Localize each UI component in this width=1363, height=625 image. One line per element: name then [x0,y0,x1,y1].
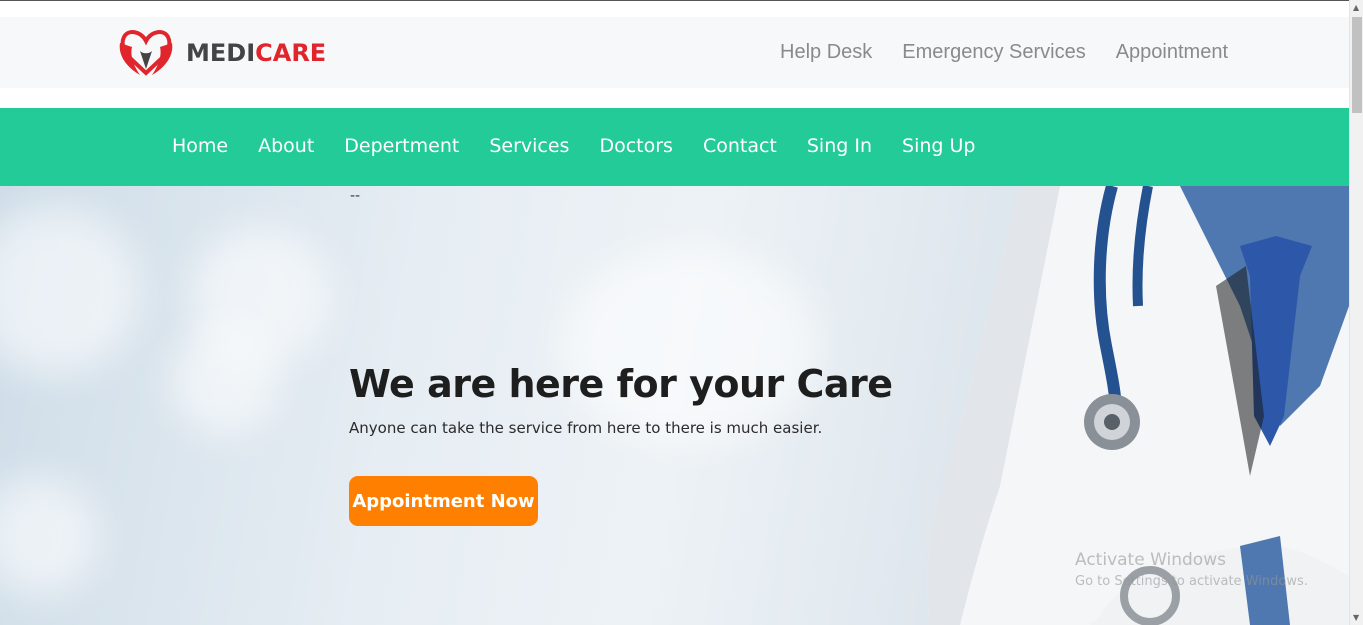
window-top-border [0,0,1363,1]
windows-activation-watermark: Activate Windows Go to Settings to activ… [1075,550,1308,589]
hero-title: We are here for your Care [349,362,893,406]
nav-department[interactable]: Depertment [344,135,459,157]
hero-bokeh [170,326,280,436]
brand-logo[interactable]: MEDICARE [116,27,326,79]
scroll-down-arrow-icon[interactable]: ▼ [1353,613,1359,622]
watermark-line2: Go to Settings to activate Windows. [1075,574,1308,589]
brand-name-part2: CARE [255,39,327,67]
hero-bokeh [0,206,140,376]
top-links: Help Desk Emergency Services Appointment [780,41,1228,64]
nav-home[interactable]: Home [172,135,228,157]
hero-marker: -- [350,188,361,204]
nav-items: Home About Depertment Services Doctors C… [172,135,975,157]
nav-doctors[interactable]: Doctors [599,135,673,157]
top-link-appointment[interactable]: Appointment [1116,41,1228,64]
nav-sign-up[interactable]: Sing Up [902,135,975,157]
nav-contact[interactable]: Contact [703,135,777,157]
appointment-now-button[interactable]: Appointment Now [349,476,538,526]
brand-name: MEDICARE [186,39,326,67]
hero-subtitle: Anyone can take the service from here to… [349,419,823,437]
watermark-line1: Activate Windows [1075,550,1226,570]
page: MEDICARE Help Desk Emergency Services Ap… [0,0,1363,625]
site-header: MEDICARE Help Desk Emergency Services Ap… [0,17,1349,88]
nav-sign-in[interactable]: Sing In [807,135,872,157]
heart-hands-icon [119,30,173,76]
scroll-thumb[interactable] [1352,17,1362,113]
brand-name-part1: MEDI [186,39,256,67]
nav-about[interactable]: About [258,135,314,157]
main-navbar: Home About Depertment Services Doctors C… [0,108,1349,186]
top-link-help-desk[interactable]: Help Desk [780,41,872,64]
nav-services[interactable]: Services [489,135,569,157]
top-link-emergency-services[interactable]: Emergency Services [902,41,1085,64]
hero-bokeh [0,476,100,596]
hero-section: -- We are here for your Care Anyone can … [0,186,1349,625]
hero-bokeh [560,246,820,446]
vertical-scrollbar[interactable]: ▲ ▼ [1349,0,1363,625]
scroll-up-arrow-icon[interactable]: ▲ [1353,3,1359,12]
